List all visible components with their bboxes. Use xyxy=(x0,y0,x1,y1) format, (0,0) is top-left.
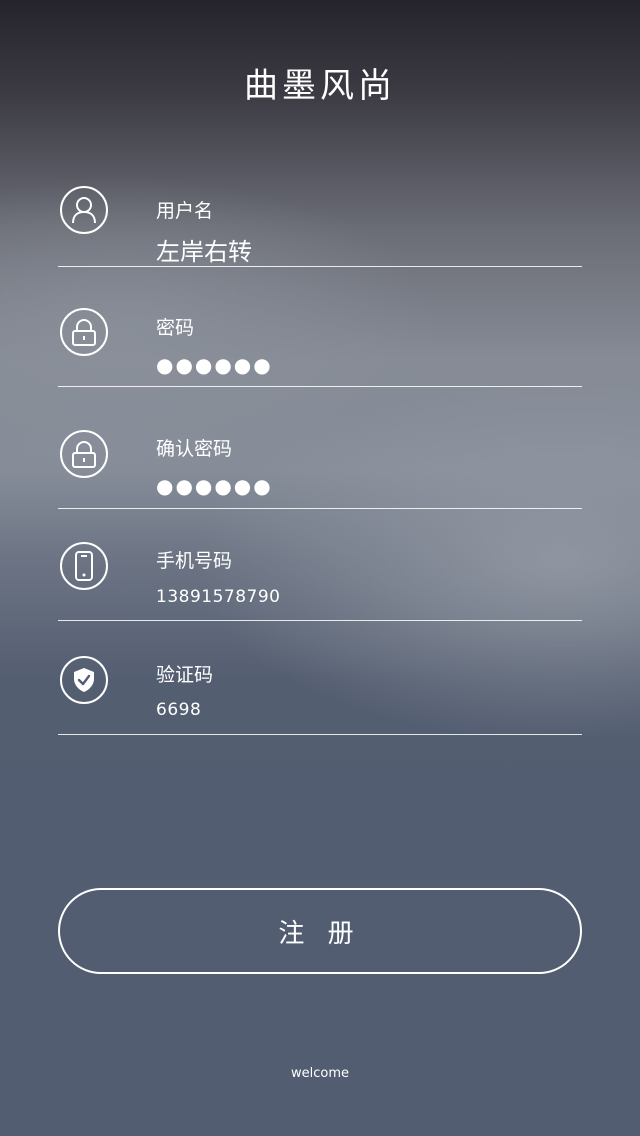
register-button[interactable]: 注 册 xyxy=(58,888,582,974)
password-label: 密码 xyxy=(156,317,195,339)
username-label: 用户名 xyxy=(156,200,214,222)
phone-icon xyxy=(60,542,108,590)
phone-input[interactable]: 13891578790 xyxy=(156,587,280,607)
password-input[interactable]: ●●●●●● xyxy=(156,353,273,377)
verification-row[interactable]: 验证码 6698 xyxy=(58,654,582,735)
welcome-text: welcome xyxy=(290,1066,349,1081)
username-input[interactable]: 左岸右转 xyxy=(156,232,252,267)
lock-icon xyxy=(60,308,108,356)
app-logo: 曲墨风尚 xyxy=(244,66,396,106)
password-row[interactable]: 密码 ●●●●●● xyxy=(58,307,582,387)
confirm-password-label: 确认密码 xyxy=(156,438,233,460)
confirm-password-row[interactable]: 确认密码 ●●●●●● xyxy=(58,428,582,509)
verification-label: 验证码 xyxy=(156,664,214,686)
user-icon xyxy=(60,186,108,234)
shield-check-icon xyxy=(60,656,108,704)
verification-input[interactable]: 6698 xyxy=(156,700,201,720)
username-row[interactable]: 用户名 左岸右转 xyxy=(58,186,582,267)
phone-label: 手机号码 xyxy=(156,550,233,572)
confirm-password-input[interactable]: ●●●●●● xyxy=(156,474,273,498)
lock-icon xyxy=(60,430,108,478)
phone-row[interactable]: 手机号码 13891578790 xyxy=(58,540,582,621)
